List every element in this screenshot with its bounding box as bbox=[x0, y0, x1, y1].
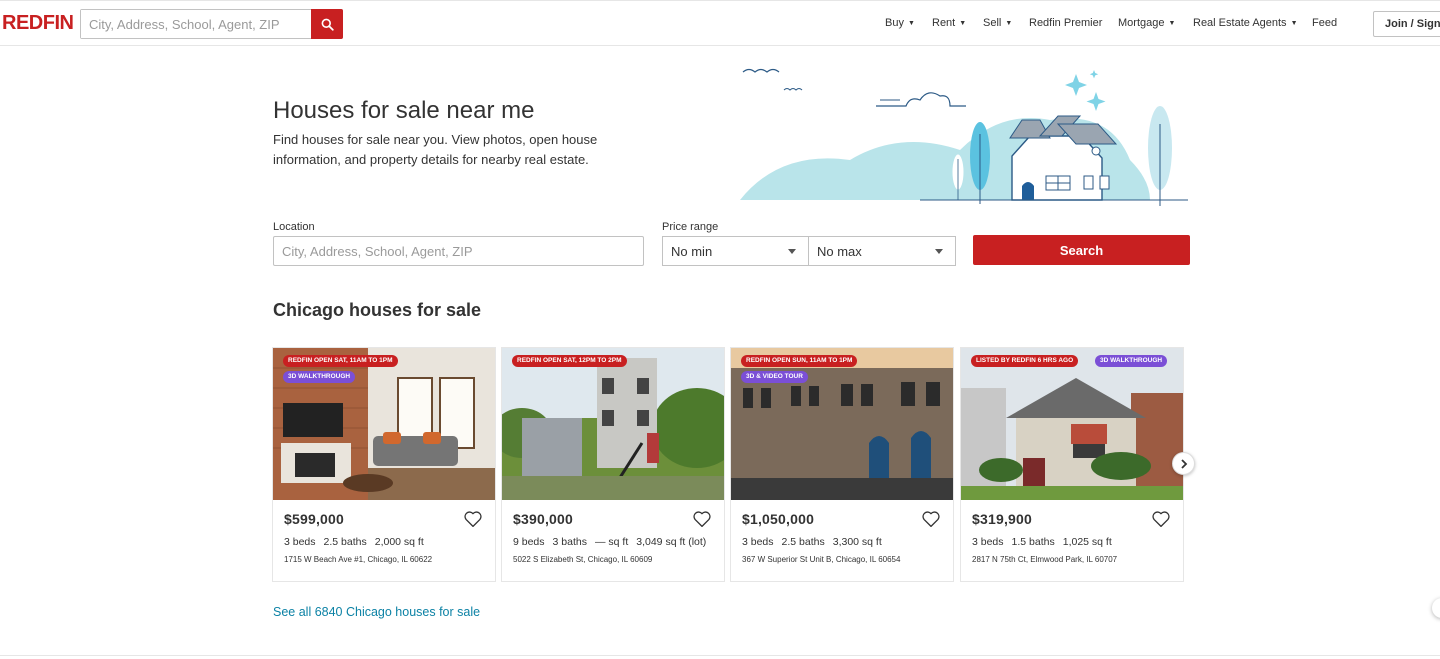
section-title: Chicago houses for sale bbox=[273, 300, 482, 320]
baths: 2.5 baths bbox=[781, 536, 825, 548]
nav-mortgage[interactable]: Mortgage ▼ bbox=[1118, 17, 1175, 29]
sqft: 3,300 sq ft bbox=[832, 536, 882, 548]
dropdown-arrow-icon bbox=[935, 249, 943, 254]
listed-badge: LISTED BY REDFIN 6 HRS AGO bbox=[971, 355, 1079, 367]
listing-card[interactable]: REDFIN OPEN SUN, 11AM TO 1PM 3D & VIDEO … bbox=[730, 347, 954, 582]
beds: 3 beds bbox=[284, 536, 316, 548]
location-label: Location bbox=[273, 221, 315, 233]
search-icon bbox=[321, 18, 334, 31]
beds: 3 beds bbox=[742, 536, 774, 548]
listing-address: 1715 W Beach Ave #1, Chicago, IL 60622 bbox=[284, 555, 433, 564]
caret-down-icon: ▼ bbox=[1168, 20, 1176, 27]
chevron-right-icon bbox=[1180, 458, 1187, 469]
see-all-link[interactable]: See all 6840 Chicago houses for sale bbox=[273, 605, 480, 619]
min-price-select[interactable]: No min bbox=[662, 236, 809, 266]
redfin-logo[interactable]: REDFIN bbox=[2, 12, 74, 35]
listing-photo[interactable] bbox=[502, 348, 725, 500]
open-house-badge: REDFIN OPEN SAT, 12PM TO 2PM bbox=[512, 355, 627, 367]
house-illustration bbox=[740, 68, 1188, 206]
top-nav: REDFIN Buy▼ Rent▼ Sell▼ Redfin Premier M… bbox=[0, 0, 1440, 46]
edge-widget-button[interactable] bbox=[1432, 598, 1440, 618]
nav-rent[interactable]: Rent ▼ bbox=[932, 17, 966, 29]
favorite-heart-icon[interactable] bbox=[463, 510, 483, 528]
header-search-input[interactable] bbox=[81, 10, 311, 38]
listing-address: 2817 N 75th Ct, Elmwood Park, IL 60707 bbox=[972, 555, 1118, 564]
max-price-value: No max bbox=[817, 244, 862, 259]
nav-mortgage-label: Mortgage bbox=[1118, 17, 1165, 29]
caret-down-icon: ▼ bbox=[1005, 20, 1013, 27]
listing-card[interactable]: REDFIN OPEN SAT, 11AM TO 1PM 3D WALKTHRO… bbox=[272, 347, 496, 582]
baths: 2.5 baths bbox=[323, 536, 367, 548]
baths: 3 baths bbox=[552, 536, 587, 548]
dropdown-arrow-icon bbox=[788, 249, 796, 254]
page-description: Find houses for sale near you. View phot… bbox=[273, 132, 598, 167]
nav-sell-label: Sell bbox=[983, 17, 1002, 29]
sqft: — sq ft bbox=[594, 536, 629, 548]
signin-button[interactable]: Join / Sign in bbox=[1373, 11, 1440, 37]
divider bbox=[0, 655, 1440, 656]
nav-agents-label: Real Estate Agents bbox=[1193, 17, 1287, 29]
nav-buy-label: Buy bbox=[885, 17, 904, 29]
favorite-heart-icon[interactable] bbox=[921, 510, 941, 528]
sqft: 2,000 sq ft bbox=[374, 536, 424, 548]
nav-redfin-premier[interactable]: Redfin Premier bbox=[1029, 17, 1102, 29]
listing-photo[interactable] bbox=[961, 348, 1184, 500]
nav-feed-label: Feed bbox=[1312, 17, 1338, 29]
tour-badge: 3D WALKTHROUGH bbox=[283, 371, 356, 383]
nav-premier-label: Redfin Premier bbox=[1029, 17, 1103, 29]
listing-price: $319,900 bbox=[972, 511, 1032, 527]
favorite-heart-icon[interactable] bbox=[1151, 510, 1171, 528]
min-price-value: No min bbox=[671, 244, 713, 259]
tour-badge: 3D & VIDEO TOUR bbox=[741, 371, 808, 383]
header-search-button[interactable] bbox=[311, 9, 343, 39]
listing-stats: 3 beds 2.5 baths 3,300 sq ft bbox=[742, 536, 890, 548]
nav-feed[interactable]: Feed bbox=[1312, 17, 1337, 29]
nav-real-estate-agents[interactable]: Real Estate Agents ▼ bbox=[1193, 17, 1298, 29]
listing-price: $1,050,000 bbox=[742, 511, 815, 527]
listing-stats: 9 beds 3 baths — sq ft 3,049 sq ft (lot) bbox=[513, 536, 714, 548]
caret-down-icon: ▼ bbox=[1290, 20, 1298, 27]
listing-stats: 3 beds 2.5 baths 2,000 sq ft bbox=[284, 536, 432, 548]
max-price-select[interactable]: No max bbox=[808, 236, 956, 266]
open-house-badge: REDFIN OPEN SUN, 11AM TO 1PM bbox=[741, 355, 858, 367]
baths: 1.5 baths bbox=[1011, 536, 1055, 548]
tour-badge: 3D WALKTHROUGH bbox=[1095, 355, 1168, 367]
price-range-label: Price range bbox=[662, 221, 719, 233]
nav-buy[interactable]: Buy ▼ bbox=[885, 17, 915, 29]
favorite-heart-icon[interactable] bbox=[692, 510, 712, 528]
header-search bbox=[80, 9, 343, 39]
sqft: 1,025 sq ft bbox=[1062, 536, 1112, 548]
nav-rent-label: Rent bbox=[932, 17, 956, 29]
listing-address: 5022 S Elizabeth St, Chicago, IL 60609 bbox=[513, 555, 653, 564]
page-title: Houses for sale near me bbox=[273, 97, 535, 124]
listing-address: 367 W Superior St Unit B, Chicago, IL 60… bbox=[742, 555, 901, 564]
open-house-badge: REDFIN OPEN SAT, 11AM TO 1PM bbox=[283, 355, 398, 367]
lot-size: 3,049 sq ft (lot) bbox=[636, 536, 707, 548]
nav-sell[interactable]: Sell ▼ bbox=[983, 17, 1012, 29]
listing-card[interactable]: REDFIN OPEN SAT, 12PM TO 2PM $390,000 9 … bbox=[501, 347, 725, 582]
caret-down-icon: ▼ bbox=[959, 20, 967, 27]
listing-price: $390,000 bbox=[513, 511, 573, 527]
carousel-next-button[interactable] bbox=[1172, 452, 1195, 475]
beds: 3 beds bbox=[972, 536, 1004, 548]
listing-price: $599,000 bbox=[284, 511, 344, 527]
search-button[interactable]: Search bbox=[973, 235, 1190, 265]
caret-down-icon: ▼ bbox=[907, 20, 915, 27]
listing-stats: 3 beds 1.5 baths 1,025 sq ft bbox=[972, 536, 1120, 548]
beds: 9 beds bbox=[513, 536, 545, 548]
listing-card[interactable]: LISTED BY REDFIN 6 HRS AGO 3D WALKTHROUG… bbox=[960, 347, 1184, 582]
location-input[interactable] bbox=[273, 236, 644, 266]
